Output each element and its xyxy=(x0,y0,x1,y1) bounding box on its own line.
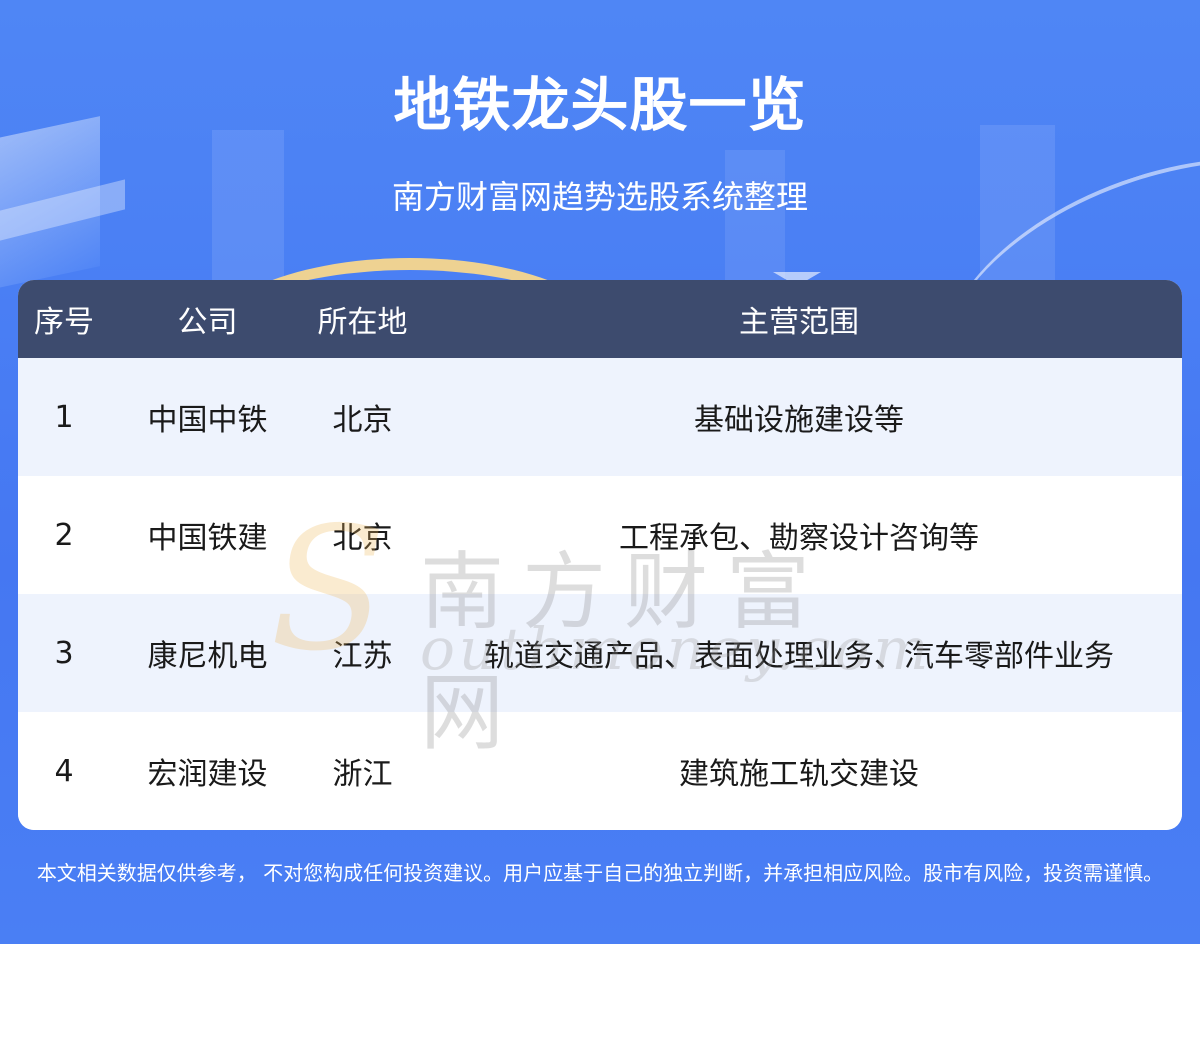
column-header-company: 公司 xyxy=(177,305,238,340)
cell-location: 江苏 xyxy=(332,639,393,674)
cell-business: 基础设施建设等 xyxy=(694,403,904,438)
cell-location: 浙江 xyxy=(332,757,393,792)
column-header-location: 所在地 xyxy=(317,305,408,340)
banner-background: 地铁龙头股一览 南方财富网趋势选股系统整理 序号 公司 所在地 主营范围 1 中… xyxy=(0,0,1200,944)
table-row: 3 康尼机电 江苏 轨道交通产品、表面处理业务、汽车零部件业务 xyxy=(18,594,1182,712)
cell-index: 2 xyxy=(54,517,74,553)
cell-business: 工程承包、勘察设计咨询等 xyxy=(619,521,979,556)
cell-index: 3 xyxy=(54,635,74,671)
cell-company: 宏润建设 xyxy=(147,757,268,792)
cell-index: 4 xyxy=(54,753,74,789)
cell-company: 康尼机电 xyxy=(147,639,268,674)
cell-index: 1 xyxy=(54,399,74,435)
column-header-business: 主营范围 xyxy=(739,305,859,340)
cell-location: 北京 xyxy=(332,521,393,556)
cell-company: 中国中铁 xyxy=(147,403,268,438)
table-row: 4 宏润建设 浙江 建筑施工轨交建设 xyxy=(18,712,1182,830)
cell-business: 轨道交通产品、表面处理业务、汽车零部件业务 xyxy=(484,639,1114,674)
page-title: 地铁龙头股一览 xyxy=(393,71,807,139)
column-header-index: 序号 xyxy=(34,305,94,340)
table-row: 2 中国铁建 北京 工程承包、勘察设计咨询等 xyxy=(18,476,1182,594)
table-row: 1 中国中铁 北京 基础设施建设等 xyxy=(18,358,1182,476)
page-subtitle: 南方财富网趋势选股系统整理 xyxy=(391,178,808,216)
cell-location: 北京 xyxy=(332,403,393,438)
cell-business: 建筑施工轨交建设 xyxy=(679,757,919,792)
stock-table: 序号 公司 所在地 主营范围 1 中国中铁 北京 基础设施建设等 2 中国铁建 … xyxy=(18,280,1182,830)
disclaimer-text: 本文相关数据仅供参考， 不对您构成任何投资建议。用户应基于自己的独立判断，并承担… xyxy=(36,861,1164,885)
cell-company: 中国铁建 xyxy=(147,521,268,556)
table-header: 序号 公司 所在地 主营范围 xyxy=(18,280,1182,358)
